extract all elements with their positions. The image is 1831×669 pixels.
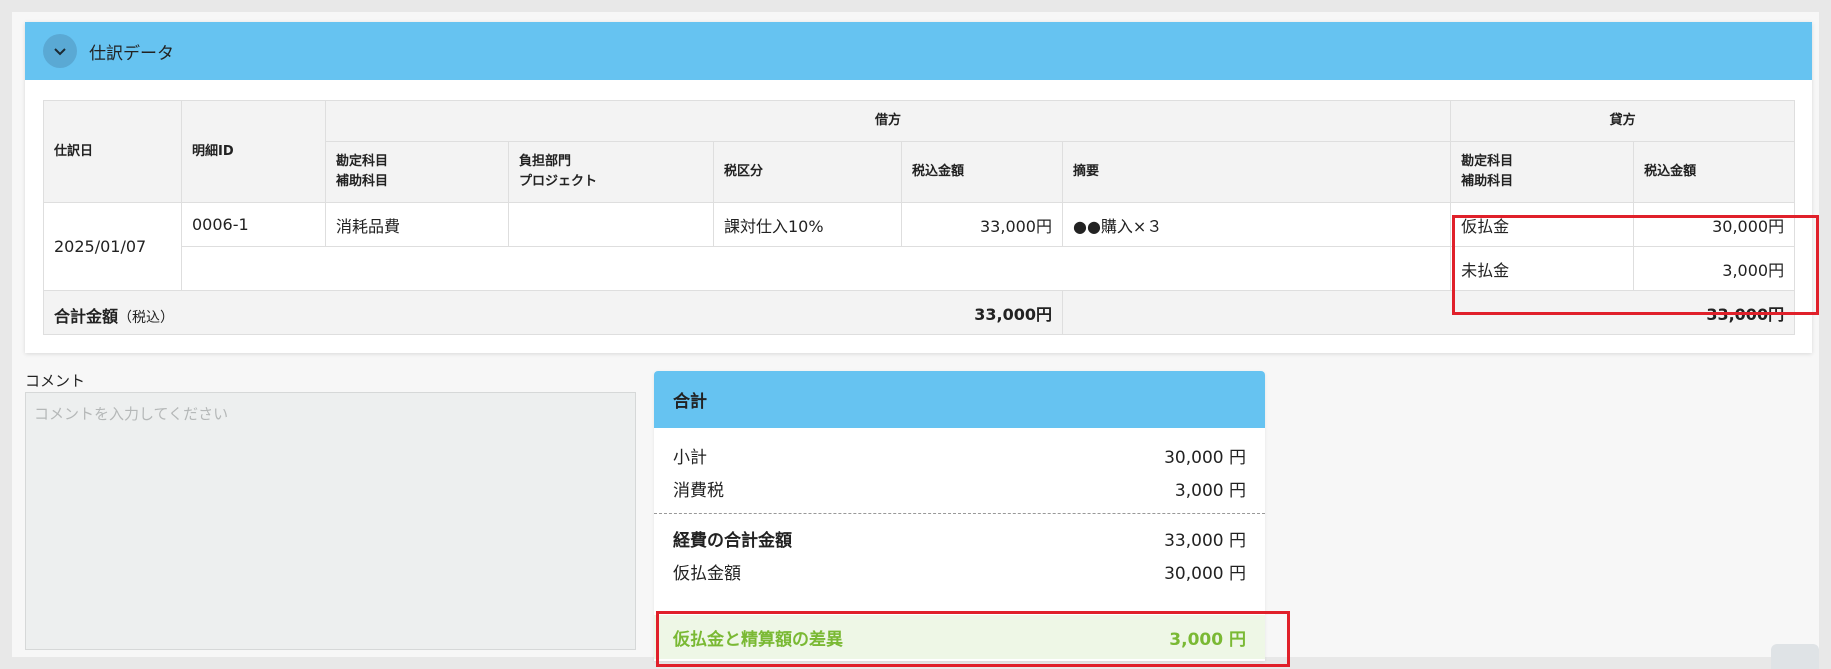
- cell-debit-account: 消耗品費: [325, 202, 509, 247]
- journal-panel: 仕訳データ 仕訳日 明細ID 借方 貸方 勘定科目 補助科目 負担部門 プロジェ…: [25, 22, 1812, 353]
- tax-label: 消費税: [673, 481, 724, 501]
- difference-value: 3,000 円: [1169, 629, 1246, 650]
- total-row: 合計金額（税込） 33,000円 33,000円: [43, 290, 1796, 335]
- header-debit: 借方: [324, 100, 1452, 142]
- cell-empty: [180, 246, 1452, 291]
- header-credit-amount: 税込金額: [1633, 141, 1796, 203]
- header-memo: 摘要: [1061, 141, 1452, 203]
- header-credit: 貸方: [1450, 100, 1796, 142]
- expense-total-label: 経費の合計金額: [673, 531, 792, 551]
- cell-memo: ●●購入×３: [1061, 202, 1452, 247]
- header-dept-project: 負担部門 プロジェクト: [508, 141, 714, 203]
- collapse-toggle-button[interactable]: [43, 34, 77, 68]
- difference-label: 仮払金と精算額の差異: [673, 629, 843, 650]
- cell-tax-class: 課対仕入10%: [713, 202, 902, 247]
- journal-panel-header: 仕訳データ: [25, 22, 1812, 80]
- header-line-id: 明細ID: [181, 100, 326, 203]
- header-tax-class: 税区分: [713, 141, 902, 203]
- header-date: 仕訳日: [43, 100, 182, 203]
- difference-row: 仮払金と精算額の差異 3,000 円: [654, 615, 1265, 659]
- header-row-1: 仕訳日 明細ID 借方 貸方: [43, 100, 1796, 203]
- cell-credit-amount: 3,000円: [1633, 246, 1796, 291]
- page: 仕訳データ 仕訳日 明細ID 借方 貸方 勘定科目 補助科目 負担部門 プロジェ…: [12, 12, 1819, 667]
- advance-value: 30,000 円: [1164, 564, 1246, 584]
- divider: [654, 513, 1265, 514]
- cell-credit-account: 未払金: [1450, 246, 1635, 291]
- scroll-top-button[interactable]: [1771, 644, 1819, 669]
- cell-line-id: 0006-1: [181, 202, 326, 247]
- total-debit-amount: 33,000円: [974, 304, 1052, 324]
- subtotal-value: 30,000 円: [1164, 448, 1246, 468]
- cell-credit-amount: 30,000円: [1633, 202, 1796, 247]
- table-row: 未払金 3,000円: [44, 246, 1796, 291]
- subtotal-row: 小計 30,000 円: [654, 439, 1265, 472]
- advance-row: 仮払金額 30,000 円: [654, 555, 1265, 588]
- comment-label: コメント: [25, 372, 86, 390]
- cell-dept: [508, 202, 714, 247]
- advance-label: 仮払金額: [673, 564, 741, 584]
- header-debit-amount: 税込金額: [901, 141, 1063, 203]
- total-label: 合計金額（税込）: [54, 307, 175, 326]
- cell-credit-account: 仮払金: [1450, 202, 1635, 247]
- comment-input[interactable]: [25, 392, 636, 650]
- header-credit-account: 勘定科目 補助科目: [1450, 141, 1635, 203]
- expense-total-row: 経費の合計金額 33,000 円: [654, 522, 1265, 555]
- tax-value: 3,000 円: [1174, 481, 1246, 501]
- table-row: 2025/01/07 0006-1 消耗品費 課対仕入10% 33,000円 ●…: [43, 202, 1796, 291]
- subtotal-label: 小計: [673, 448, 707, 468]
- cell-date: 2025/01/07: [43, 202, 182, 291]
- expense-total-value: 33,000 円: [1164, 531, 1246, 551]
- cell-debit-amount: 33,000円: [901, 202, 1063, 247]
- totals-panel: 合計 小計 30,000 円 消費税 3,000 円 経費の合計金額 33,00…: [654, 371, 1265, 661]
- header-debit-account: 勘定科目 補助科目: [325, 141, 509, 203]
- journal-table: 仕訳日 明細ID 借方 貸方 勘定科目 補助科目 負担部門 プロジェクト 税区分 税…: [43, 100, 1796, 335]
- total-credit-amount: 33,000円: [1061, 290, 1796, 335]
- total-debit-cell: 合計金額（税込） 33,000円: [43, 290, 1063, 335]
- journal-panel-title: 仕訳データ: [89, 43, 174, 64]
- tax-row: 消費税 3,000 円: [654, 472, 1265, 505]
- chevron-down-icon: [54, 48, 66, 56]
- totals-title: 合計: [654, 371, 1265, 428]
